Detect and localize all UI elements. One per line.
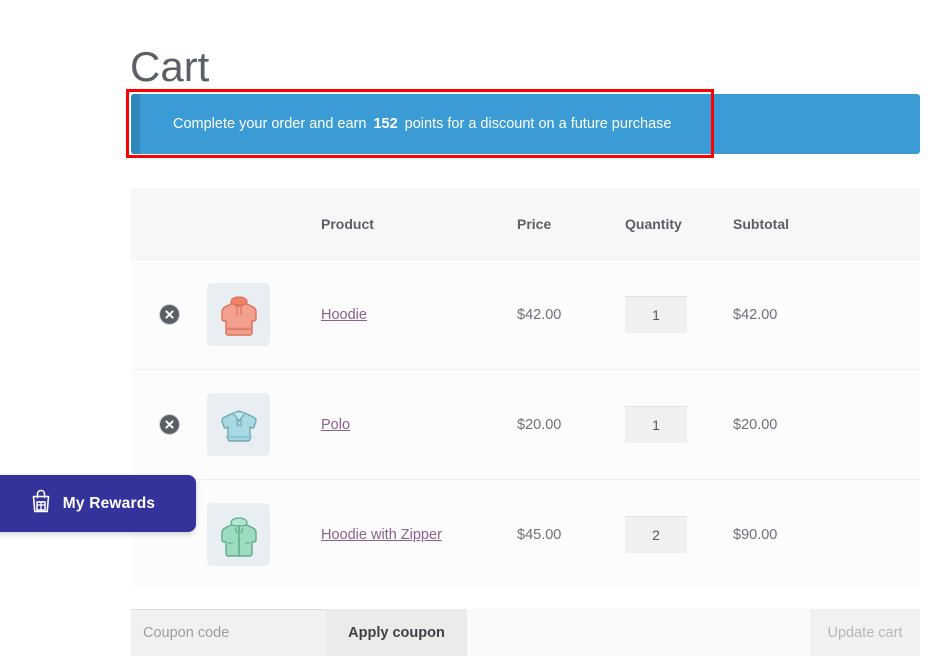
product-name-cell: Hoodie [321,306,517,324]
banner-accent-stripe [131,94,140,154]
remove-cell [131,305,207,325]
coupon-code-input[interactable] [131,609,326,656]
banner-text-after: points for a discount on a future purcha… [405,116,672,132]
my-rewards-label: My Rewards [63,495,155,513]
header-subtotal: Subtotal [733,216,920,232]
apply-coupon-button[interactable]: Apply coupon [326,609,467,656]
hoodie-product-image[interactable] [207,283,270,346]
banner-message: Complete your order and earn 152 points … [173,94,671,154]
product-name-cell: Hoodie with Zipper [321,526,517,544]
product-name-cell: Polo [321,416,517,434]
table-row: Hoodie $42.00 1 $42.00 [131,259,920,369]
header-product: Product [321,216,517,232]
product-subtotal: $20.00 [733,417,920,433]
thumbnail-cell [207,393,321,456]
page-title: Cart [130,44,209,90]
thumbnail-cell [207,283,321,346]
remove-circle-x-icon[interactable] [160,415,179,434]
header-quantity: Quantity [625,216,733,232]
quantity-stepper[interactable]: 2 [625,516,687,553]
table-row: Hoodie with Zipper $45.00 2 $90.00 [131,479,920,589]
quantity-cell: 1 [625,406,733,443]
product-link-hoodie-with-zipper[interactable]: Hoodie with Zipper [321,527,442,543]
cart-actions-row: Apply coupon Update cart [131,609,920,656]
thumbnail-cell [207,503,321,566]
header-price: Price [517,216,625,232]
update-cart-button[interactable]: Update cart [810,609,920,656]
table-row: Polo $20.00 1 $20.00 [131,369,920,479]
quantity-stepper[interactable]: 1 [625,296,687,333]
product-subtotal: $90.00 [733,527,920,543]
product-link-hoodie[interactable]: Hoodie [321,307,367,323]
gift-bag-icon [29,488,53,519]
quantity-cell: 1 [625,296,733,333]
product-price: $20.00 [517,417,625,433]
cart-table-header: Product Price Quantity Subtotal [131,188,920,259]
quantity-stepper[interactable]: 1 [625,406,687,443]
actions-spacer [467,609,810,656]
banner-text-before: Complete your order and earn [173,116,366,132]
remove-circle-x-icon[interactable] [160,305,179,324]
hoodie-with-zipper-product-image[interactable] [207,503,270,566]
remove-cell [131,415,207,435]
cart-page: Cart Complete your order and earn 152 po… [0,0,946,657]
product-price: $45.00 [517,527,625,543]
product-subtotal: $42.00 [733,307,920,323]
banner-points-value: 152 [373,116,397,132]
my-rewards-widget[interactable]: My Rewards [0,475,196,532]
product-price: $42.00 [517,307,625,323]
rewards-points-banner: Complete your order and earn 152 points … [131,94,920,154]
cart-table: Product Price Quantity Subtotal [131,188,920,656]
quantity-cell: 2 [625,516,733,553]
polo-product-image[interactable] [207,393,270,456]
product-link-polo[interactable]: Polo [321,417,350,433]
